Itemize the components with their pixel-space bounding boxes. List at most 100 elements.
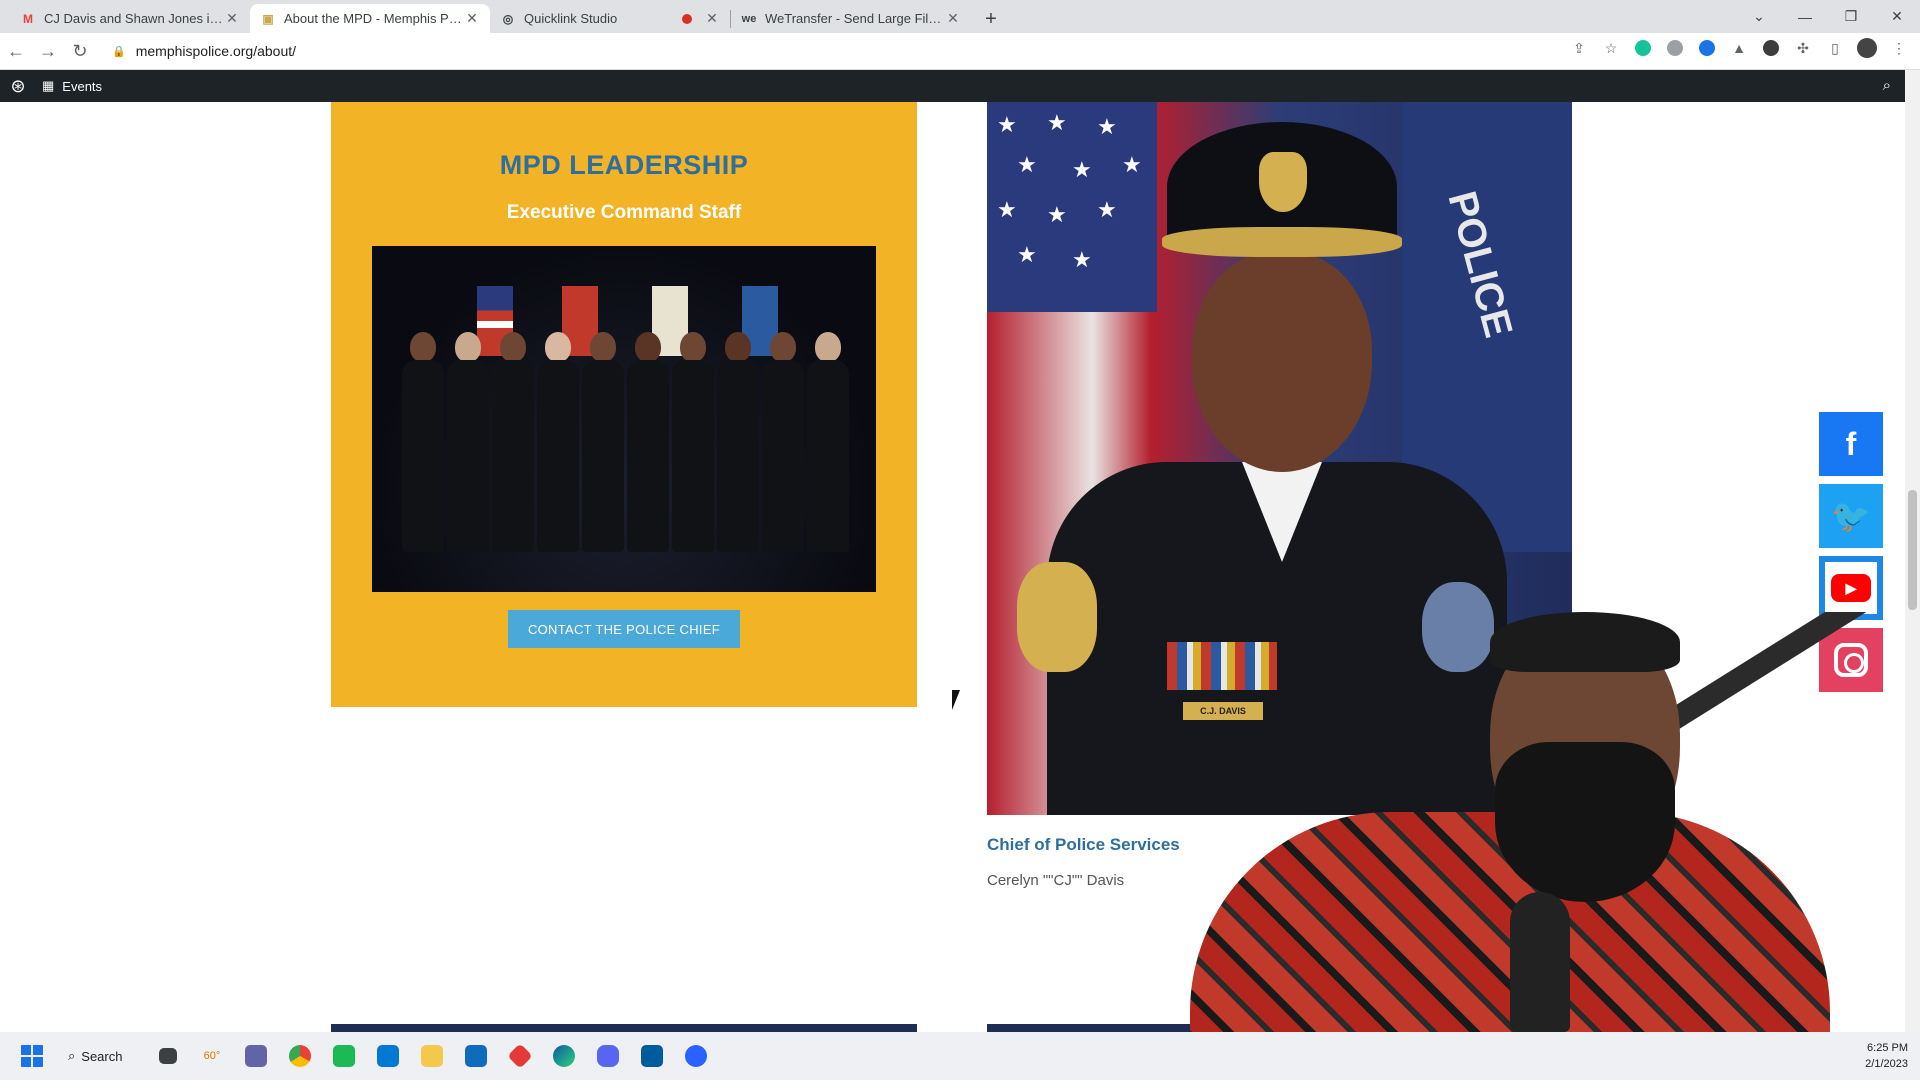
close-icon[interactable]: ✕ bbox=[464, 10, 480, 27]
officer bbox=[627, 332, 669, 552]
system-clock[interactable]: 6:25 PM 2/1/2023 bbox=[1865, 1040, 1908, 1072]
chief-face bbox=[1192, 252, 1372, 472]
scrollbar-thumb[interactable] bbox=[1908, 490, 1917, 610]
officer bbox=[447, 332, 489, 552]
streamer-beard bbox=[1495, 742, 1675, 902]
mouse-cursor-icon bbox=[952, 690, 960, 710]
tab-title: WeTransfer - Send Large Files & bbox=[765, 11, 945, 26]
close-icon[interactable]: ✕ bbox=[224, 10, 240, 27]
close-window-button[interactable]: ✕ bbox=[1874, 0, 1920, 33]
officer bbox=[492, 332, 534, 552]
extension-icons: ⇪ ☆ ▲ ✣ ▯ ⋮ bbox=[1568, 37, 1910, 59]
close-icon[interactable]: ✕ bbox=[945, 10, 961, 27]
google-drive-icon[interactable]: ▲ bbox=[1728, 37, 1750, 59]
recording-indicator-icon bbox=[682, 13, 692, 24]
tab-title: About the MPD - Memphis Police bbox=[284, 11, 464, 26]
tab-wetransfer[interactable]: we WeTransfer - Send Large Files & ✕ bbox=[731, 4, 971, 33]
url-text: memphispolice.org/about/ bbox=[135, 43, 297, 59]
tab-title: Quicklink Studio bbox=[524, 11, 618, 26]
tab-search-chevron-icon[interactable]: ⌄ bbox=[1736, 0, 1782, 33]
window-controls: ⌄ — ❐ ✕ bbox=[1736, 0, 1920, 33]
bookmark-star-icon[interactable]: ☆ bbox=[1600, 37, 1622, 59]
site-logo-icon[interactable]: ⊛ bbox=[0, 76, 36, 97]
windows-taskbar: ⌕ Search 60° 6:25 PM 2/1/2023 bbox=[0, 1032, 1920, 1080]
taskbar-search-label: Search bbox=[81, 1048, 123, 1064]
mpd-leadership-card: MPD LEADERSHIP Executive Command Staff C… bbox=[331, 102, 917, 707]
executive-staff-group-photo bbox=[372, 246, 876, 592]
clock-time: 6:25 PM bbox=[1867, 1042, 1908, 1054]
weather-widget[interactable]: 60° bbox=[190, 1034, 234, 1078]
webcam-overlay bbox=[1150, 612, 1920, 1032]
mail-icon[interactable] bbox=[454, 1034, 498, 1078]
minimize-button[interactable]: — bbox=[1782, 0, 1828, 33]
search-icon[interactable]: ⌕ bbox=[1883, 77, 1891, 94]
search-icon: ⌕ bbox=[68, 1048, 76, 1063]
site-admin-bar: ⊛ ▦ Events ⌕ bbox=[0, 70, 1905, 102]
officer bbox=[582, 332, 624, 552]
edge-icon[interactable] bbox=[542, 1034, 586, 1078]
tab-about-mpd[interactable]: ▣ About the MPD - Memphis Police ✕ bbox=[250, 4, 490, 33]
teams-chat-icon[interactable] bbox=[234, 1034, 278, 1078]
share-icon[interactable]: ⇪ bbox=[1568, 37, 1590, 59]
discord-icon[interactable] bbox=[586, 1034, 630, 1078]
extension-blue-icon[interactable] bbox=[1696, 37, 1718, 59]
officer bbox=[402, 332, 444, 552]
lock-icon[interactable]: 🔒 bbox=[112, 45, 126, 58]
app-red-icon[interactable] bbox=[498, 1034, 542, 1078]
file-explorer-icon[interactable] bbox=[410, 1034, 454, 1078]
app-blue-round-icon[interactable] bbox=[674, 1034, 718, 1078]
tab-gmail[interactable]: M CJ Davis and Shawn Jones inform ✕ bbox=[10, 4, 250, 33]
browser-toolbar: ← → ↻ 🔒 memphispolice.org/about/ ⇪ ☆ ▲ ✣… bbox=[0, 33, 1920, 70]
forward-button[interactable]: → bbox=[32, 35, 64, 67]
microsoft-store-icon[interactable] bbox=[366, 1034, 410, 1078]
emblem-text: POLICE bbox=[1439, 186, 1521, 342]
restore-button[interactable]: ❐ bbox=[1828, 0, 1874, 33]
chrome-icon[interactable] bbox=[278, 1034, 322, 1078]
officer bbox=[717, 332, 759, 552]
calendar-icon[interactable]: ▦ bbox=[42, 78, 54, 94]
mpd-site-icon: ▣ bbox=[262, 11, 274, 26]
reload-button[interactable]: ↻ bbox=[64, 35, 96, 67]
back-button[interactable]: ← bbox=[0, 35, 32, 67]
wetransfer-icon: we bbox=[741, 12, 757, 25]
tab-title: CJ Davis and Shawn Jones inform bbox=[44, 11, 224, 26]
extension-gray-icon[interactable] bbox=[1664, 37, 1686, 59]
streamer-hair bbox=[1490, 612, 1680, 672]
address-bar[interactable]: 🔒 memphispolice.org/about/ bbox=[102, 36, 1542, 66]
leadership-title: MPD LEADERSHIP bbox=[499, 150, 749, 180]
tab-quicklink-studio[interactable]: ◎ Quicklink Studio ✕ bbox=[490, 4, 730, 33]
facebook-icon[interactable]: f bbox=[1819, 412, 1883, 476]
gmail-icon: M bbox=[23, 11, 33, 26]
cap-band bbox=[1162, 227, 1402, 257]
taskbar-search[interactable]: ⌕ Search bbox=[56, 1039, 146, 1073]
youtube-icon[interactable]: ▶ bbox=[1819, 556, 1883, 620]
events-link[interactable]: Events bbox=[62, 79, 102, 94]
officer bbox=[537, 332, 579, 552]
start-button[interactable] bbox=[8, 1032, 56, 1080]
extension-dark-icon[interactable] bbox=[1760, 37, 1782, 59]
clock-date: 2/1/2023 bbox=[1865, 1058, 1908, 1070]
quicklink-icon: ◎ bbox=[502, 11, 514, 26]
officer bbox=[807, 332, 849, 552]
contact-police-chief-button[interactable]: CONTACT THE POLICE CHIEF bbox=[508, 610, 740, 648]
grammarly-extension-icon[interactable] bbox=[1632, 37, 1654, 59]
extensions-puzzle-icon[interactable]: ✣ bbox=[1792, 37, 1814, 59]
app-teal-icon[interactable] bbox=[630, 1034, 674, 1078]
close-icon[interactable]: ✕ bbox=[704, 10, 720, 27]
officer bbox=[672, 332, 714, 552]
twitter-icon[interactable]: 🐦 bbox=[1819, 484, 1883, 548]
next-section-image-edge bbox=[331, 1024, 917, 1032]
chief-name: Cerelyn ""CJ"" Davis bbox=[987, 872, 1125, 889]
browser-menu-icon[interactable]: ⋮ bbox=[1888, 37, 1910, 59]
cap-badge-icon bbox=[1259, 152, 1307, 212]
side-panel-icon[interactable]: ▯ bbox=[1824, 37, 1846, 59]
shoulder-patch bbox=[1017, 562, 1097, 672]
flag-stars: ★ ★ ★ ★ ★ ★ ★ ★ ★ ★ ★ bbox=[987, 102, 1157, 312]
new-tab-button[interactable]: + bbox=[977, 5, 1005, 33]
profile-avatar[interactable] bbox=[1856, 37, 1878, 59]
windows-logo-icon bbox=[21, 1045, 43, 1067]
browser-tab-strip: M CJ Davis and Shawn Jones inform ✕ ▣ Ab… bbox=[0, 0, 1920, 33]
officer bbox=[762, 332, 804, 552]
task-view-icon[interactable] bbox=[146, 1034, 190, 1078]
app-green-icon[interactable] bbox=[322, 1034, 366, 1078]
